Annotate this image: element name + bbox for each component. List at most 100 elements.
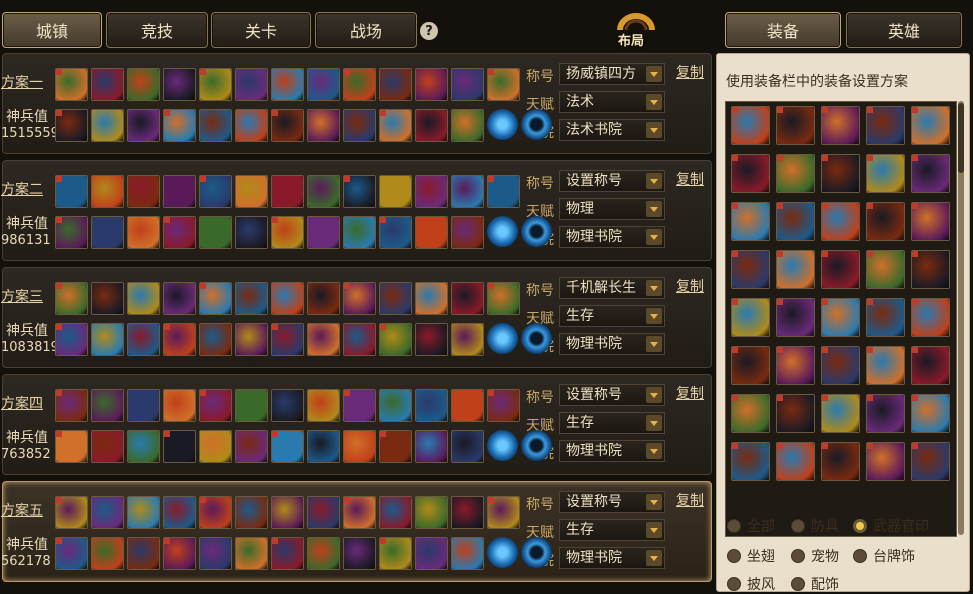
filter-option[interactable]: 武器官印	[853, 516, 929, 536]
equipment-slot[interactable]	[821, 346, 860, 385]
equipment-slot[interactable]	[271, 537, 304, 570]
equipment-slot[interactable]	[199, 216, 232, 249]
equipment-slot[interactable]	[451, 216, 484, 249]
academy-select[interactable]: 物理书院	[559, 547, 665, 569]
equipment-slot[interactable]	[731, 106, 770, 145]
equipment-slot[interactable]	[307, 430, 340, 463]
filter-option[interactable]: 坐翅	[727, 546, 775, 566]
layout-button[interactable]: 布局	[612, 10, 662, 49]
equipment-slot[interactable]	[127, 430, 160, 463]
equipment-slot[interactable]	[911, 106, 950, 145]
plan-row[interactable]: 方案五神兵值562178称号设置称号天赋生存书院物理书院复制	[1, 481, 712, 582]
plan-name[interactable]: 方案二	[1, 179, 43, 199]
equipment-slot[interactable]	[235, 175, 268, 208]
equipment-slot[interactable]	[307, 282, 340, 315]
equipment-slot[interactable]	[821, 106, 860, 145]
tab-equipment[interactable]: 装备	[725, 12, 841, 48]
equipment-slot[interactable]	[415, 496, 448, 529]
tab-battlefield[interactable]: 战场	[315, 12, 417, 48]
equipment-slot[interactable]	[127, 282, 160, 315]
radio-icon[interactable]	[727, 519, 741, 533]
equipment-slot[interactable]	[866, 154, 905, 193]
equipment-slot[interactable]	[163, 109, 196, 142]
academy-select[interactable]: 物理书院	[559, 440, 665, 462]
equipment-slot[interactable]	[487, 282, 520, 315]
plan-row[interactable]: 方案一神兵值1515559称号扬威镇四方天赋法术书院法术书院复制	[1, 53, 712, 154]
filter-option[interactable]: 台牌饰	[853, 546, 915, 566]
copy-button[interactable]: 复制	[676, 490, 704, 510]
equipment-slot[interactable]	[55, 216, 88, 249]
equipment-slot[interactable]	[199, 109, 232, 142]
tab-town[interactable]: 城镇	[2, 12, 102, 48]
equipment-slot[interactable]	[343, 323, 376, 356]
equipment-slot[interactable]	[343, 537, 376, 570]
equipment-slot[interactable]	[91, 68, 124, 101]
equipment-slot[interactable]	[199, 323, 232, 356]
equipment-slot[interactable]	[163, 537, 196, 570]
equipment-slot[interactable]	[199, 68, 232, 101]
plan-name[interactable]: 方案三	[1, 286, 43, 306]
title-select[interactable]: 设置称号	[559, 170, 665, 192]
equipment-slot[interactable]	[199, 496, 232, 529]
equipment-slot[interactable]	[91, 537, 124, 570]
equipment-slot[interactable]	[379, 216, 412, 249]
tab-stage[interactable]: 关卡	[211, 12, 311, 48]
equipment-slot[interactable]	[451, 496, 484, 529]
radio-icon[interactable]	[853, 519, 867, 533]
equipment-slot[interactable]	[487, 175, 520, 208]
equipment-slot[interactable]	[127, 109, 160, 142]
equipment-slot[interactable]	[451, 175, 484, 208]
equipment-slot[interactable]	[776, 250, 815, 289]
equipment-slot[interactable]	[731, 346, 770, 385]
tab-arena[interactable]: 竞技	[106, 12, 208, 48]
equipment-slot[interactable]	[127, 389, 160, 422]
equipment-slot[interactable]	[911, 394, 950, 433]
equipment-slot[interactable]	[163, 216, 196, 249]
equipment-slot[interactable]	[163, 282, 196, 315]
equipment-slot[interactable]	[55, 323, 88, 356]
equipment-slot[interactable]	[451, 430, 484, 463]
equipment-slot[interactable]	[235, 216, 268, 249]
talent-select[interactable]: 生存	[559, 305, 665, 327]
pet-slot[interactable]	[487, 109, 518, 140]
talent-select[interactable]: 生存	[559, 519, 665, 541]
equipment-slot[interactable]	[487, 496, 520, 529]
equipment-slot[interactable]	[866, 202, 905, 241]
plan-row[interactable]: 方案三神兵值1083819称号千机解长生天赋生存书院物理书院复制	[1, 267, 712, 368]
equipment-slot[interactable]	[55, 537, 88, 570]
equipment-slot[interactable]	[415, 430, 448, 463]
academy-select[interactable]: 法术书院	[559, 119, 665, 141]
radio-icon[interactable]	[727, 577, 741, 591]
filter-option[interactable]: 全部	[727, 516, 775, 536]
equipment-slot[interactable]	[307, 537, 340, 570]
equipment-slot[interactable]	[343, 216, 376, 249]
equipment-slot[interactable]	[451, 109, 484, 142]
equipment-slot[interactable]	[55, 430, 88, 463]
equipment-slot[interactable]	[163, 68, 196, 101]
equipment-slot[interactable]	[91, 216, 124, 249]
equipment-slot[interactable]	[163, 389, 196, 422]
equipment-slot[interactable]	[307, 216, 340, 249]
equipment-slot[interactable]	[91, 109, 124, 142]
equipment-slot[interactable]	[91, 282, 124, 315]
title-select[interactable]: 设置称号	[559, 491, 665, 513]
equipment-slot[interactable]	[866, 394, 905, 433]
plan-row[interactable]: 方案二神兵值986131称号设置称号天赋物理书院物理书院复制	[1, 160, 712, 261]
equipment-slot[interactable]	[866, 298, 905, 337]
equipment-slot[interactable]	[776, 394, 815, 433]
equipment-slot[interactable]	[451, 323, 484, 356]
equipment-slot[interactable]	[91, 175, 124, 208]
equipment-slot[interactable]	[911, 154, 950, 193]
equipment-slot[interactable]	[379, 175, 412, 208]
equipment-slot[interactable]	[199, 282, 232, 315]
equipment-slot[interactable]	[379, 430, 412, 463]
equipment-slot[interactable]	[235, 430, 268, 463]
equipment-slot[interactable]	[271, 430, 304, 463]
equipment-slot[interactable]	[307, 323, 340, 356]
equipment-slot[interactable]	[55, 109, 88, 142]
equipment-slot[interactable]	[199, 389, 232, 422]
equipment-slot[interactable]	[271, 282, 304, 315]
copy-button[interactable]: 复制	[676, 62, 704, 82]
equipment-slot[interactable]	[866, 106, 905, 145]
equipment-slot[interactable]	[235, 109, 268, 142]
